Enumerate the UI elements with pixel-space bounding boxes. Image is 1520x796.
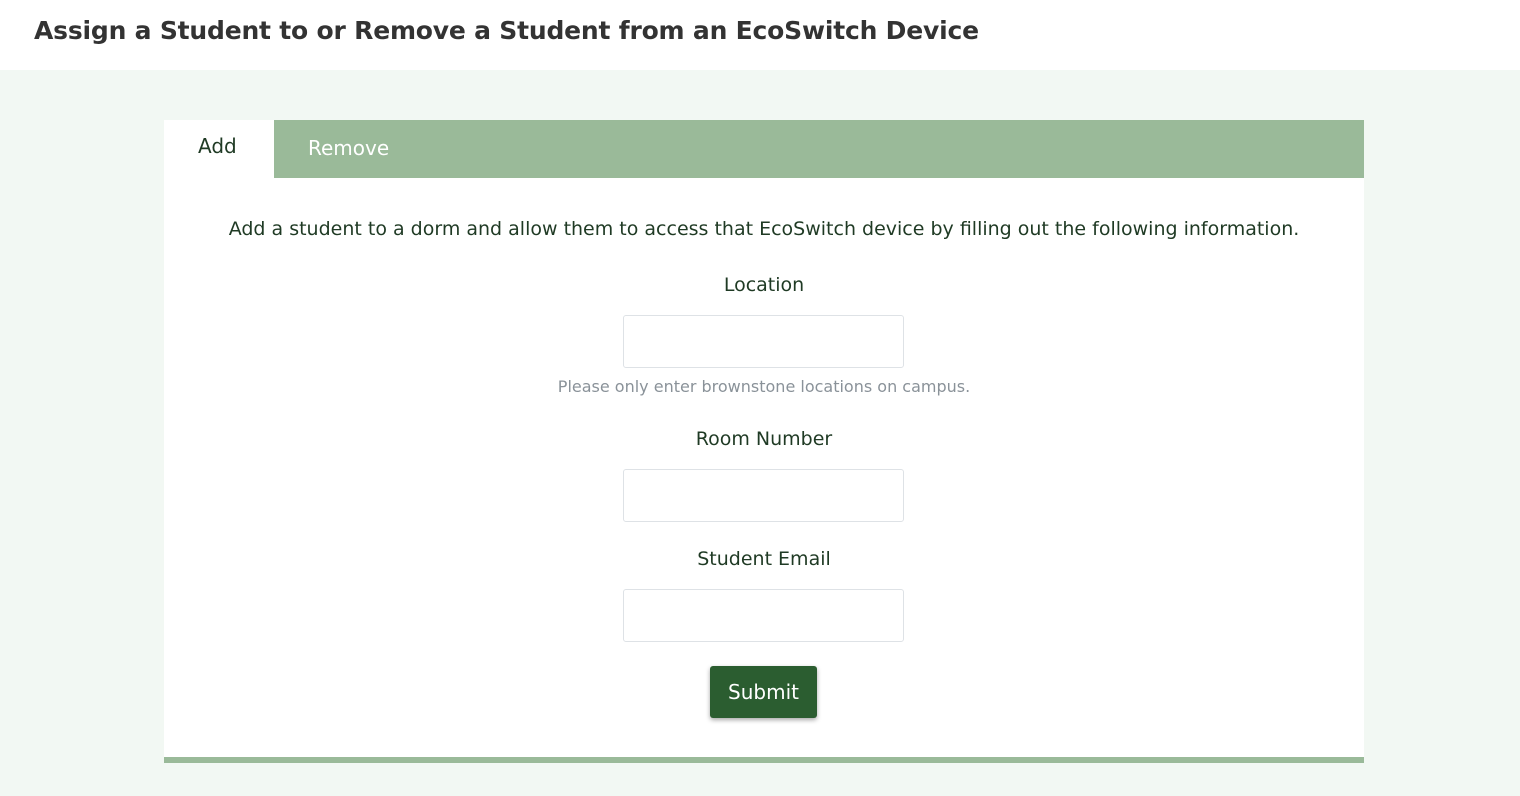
room-number-input[interactable] bbox=[623, 469, 904, 522]
student-email-input[interactable] bbox=[623, 589, 904, 642]
location-help-text: Please only enter brownstone locations o… bbox=[557, 377, 971, 396]
location-label: Location bbox=[723, 274, 805, 296]
form-instructions: Add a student to a dorm and allow them t… bbox=[228, 218, 1300, 240]
location-input[interactable] bbox=[623, 315, 904, 368]
tab-bar: Add Remove bbox=[164, 120, 1364, 178]
tab-remove[interactable]: Remove bbox=[274, 120, 444, 178]
tab-add[interactable]: Add bbox=[164, 120, 274, 178]
submit-button[interactable]: Submit bbox=[710, 666, 817, 718]
student-email-label: Student Email bbox=[697, 548, 831, 570]
assignment-card: Add Remove Add a student to a dorm and a… bbox=[164, 120, 1364, 763]
page-title: Assign a Student to or Remove a Student … bbox=[34, 16, 979, 45]
room-number-label: Room Number bbox=[695, 428, 833, 450]
page-header: Assign a Student to or Remove a Student … bbox=[0, 0, 1520, 70]
